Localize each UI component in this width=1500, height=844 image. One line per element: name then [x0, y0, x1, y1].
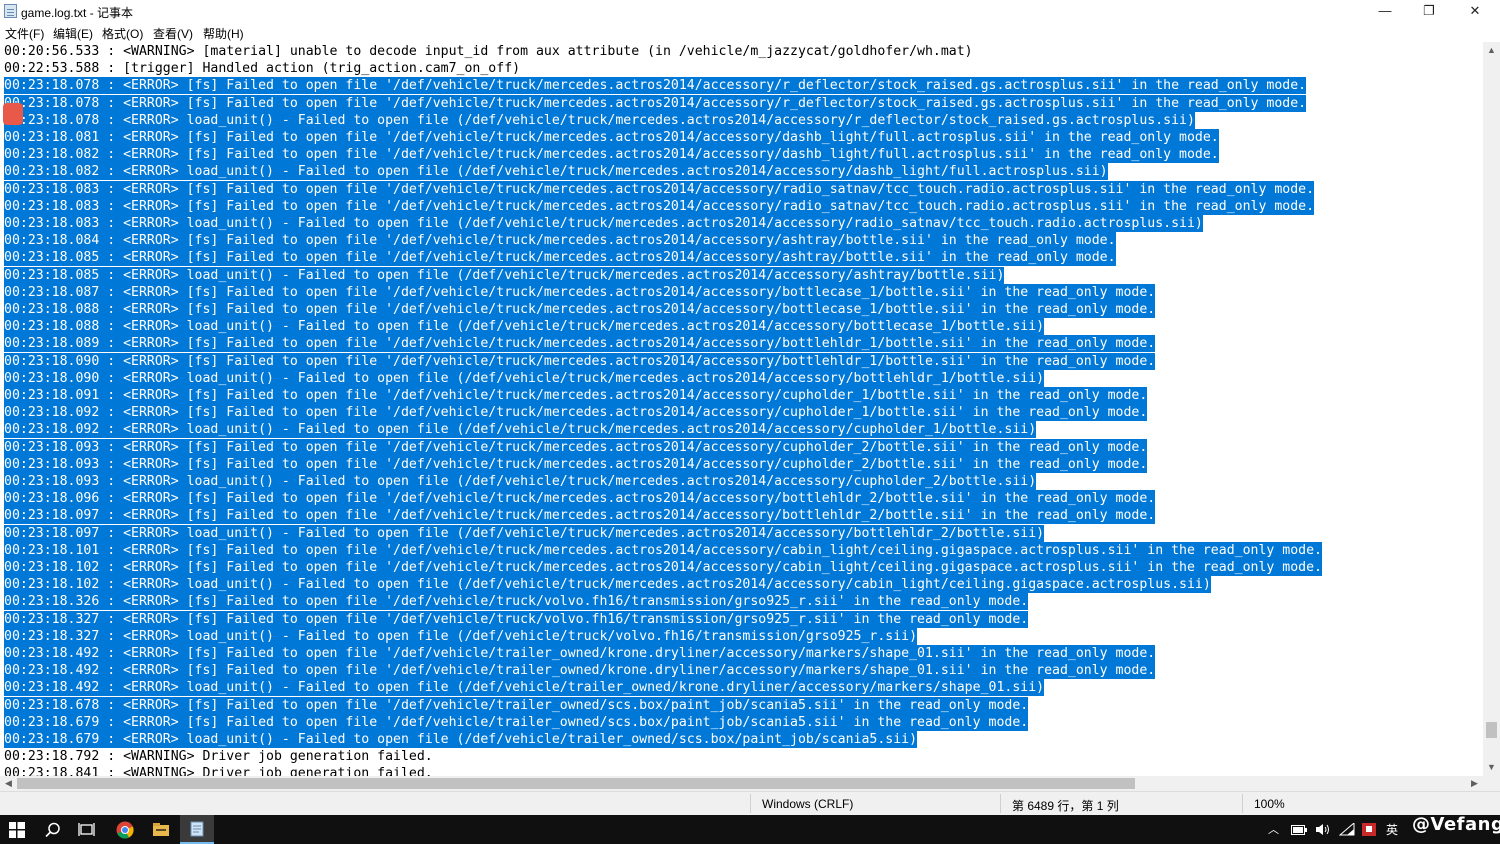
- battery-icon[interactable]: [1291, 824, 1307, 838]
- security-shield-icon[interactable]: [1362, 823, 1376, 839]
- menu-view[interactable]: 查看(V): [153, 25, 193, 42]
- scrollbar-corner: [1483, 776, 1500, 791]
- horizontal-scroll-thumb[interactable]: [17, 778, 1135, 789]
- log-line[interactable]: 00:23:18.078 : <ERROR> [fs] Failed to op…: [4, 94, 1307, 112]
- log-line[interactable]: 00:23:18.102 : <ERROR> load_unit() - Fai…: [4, 576, 1211, 594]
- log-line[interactable]: 00:23:18.087 : <ERROR> [fs] Failed to op…: [4, 283, 1156, 301]
- vertical-scroll-thumb[interactable]: [1486, 722, 1497, 738]
- scroll-right-arrow-icon[interactable]: ▶: [1466, 776, 1483, 791]
- log-line[interactable]: 00:23:18.082 : <ERROR> load_unit() - Fai…: [4, 163, 1108, 181]
- log-line[interactable]: 00:23:18.088 : <ERROR> load_unit() - Fai…: [4, 318, 1045, 336]
- log-line[interactable]: 00:23:18.092 : <ERROR> load_unit() - Fai…: [4, 421, 1037, 439]
- log-line[interactable]: 00:23:18.090 : <ERROR> [fs] Failed to op…: [4, 352, 1156, 370]
- log-line[interactable]: 00:23:18.090 : <ERROR> load_unit() - Fai…: [4, 369, 1045, 387]
- maximize-button[interactable]: ❐: [1406, 0, 1452, 23]
- watermark-text: @Vefang: [1412, 814, 1500, 835]
- log-line[interactable]: 00:23:18.327 : <ERROR> [fs] Failed to op…: [4, 610, 1029, 628]
- log-line[interactable]: 00:23:18.092 : <ERROR> [fs] Failed to op…: [4, 404, 1148, 422]
- log-line[interactable]: 00:22:53.588 : [trigger] Handled action …: [4, 60, 520, 77]
- menu-format[interactable]: 格式(O): [102, 25, 143, 42]
- network-icon[interactable]: [1338, 821, 1355, 839]
- log-line[interactable]: 00:23:18.679 : <ERROR> [fs] Failed to op…: [4, 713, 1029, 731]
- log-line[interactable]: 00:23:18.678 : <ERROR> [fs] Failed to op…: [4, 696, 1029, 714]
- status-divider: [750, 794, 751, 813]
- search-icon[interactable]: [36, 815, 70, 844]
- window-title: game.log.txt - 记事本: [21, 6, 134, 20]
- log-line[interactable]: 00:23:18.083 : <ERROR> load_unit() - Fai…: [4, 215, 1203, 232]
- title-bar[interactable]: game.log.txt - 记事本 — ❐ ✕: [0, 0, 1500, 23]
- close-button[interactable]: ✕: [1452, 0, 1498, 23]
- windows-start-icon[interactable]: [0, 815, 34, 844]
- log-line[interactable]: 00:23:18.081 : <ERROR> [fs] Failed to op…: [4, 129, 1219, 146]
- log-line[interactable]: 00:23:18.093 : <ERROR> [fs] Failed to op…: [4, 438, 1148, 456]
- status-divider: [1000, 794, 1001, 813]
- log-line[interactable]: 00:23:18.492 : <ERROR> [fs] Failed to op…: [4, 645, 1156, 662]
- status-zoom: 100%: [1254, 797, 1285, 811]
- scroll-down-arrow-icon[interactable]: ▼: [1483, 759, 1500, 776]
- vertical-scrollbar[interactable]: ▲ ▼: [1483, 42, 1500, 776]
- log-line[interactable]: 00:23:18.085 : <ERROR> [fs] Failed to op…: [4, 249, 1116, 267]
- task-view-icon[interactable]: [70, 815, 104, 844]
- horizontal-scrollbar[interactable]: ◀ ▶: [0, 776, 1483, 791]
- status-encoding: Windows (CRLF): [762, 797, 854, 811]
- chrome-browser-icon[interactable]: [108, 815, 142, 844]
- log-line[interactable]: 00:23:18.078 : <ERROR> load_unit() - Fai…: [4, 111, 1195, 129]
- log-line[interactable]: 00:23:18.093 : <ERROR> load_unit() - Fai…: [4, 473, 1037, 490]
- log-line[interactable]: 00:23:18.083 : <ERROR> [fs] Failed to op…: [4, 197, 1315, 215]
- log-line[interactable]: 00:23:18.085 : <ERROR> load_unit() - Fai…: [4, 266, 1005, 284]
- status-divider: [1242, 794, 1243, 813]
- log-line[interactable]: 00:23:18.492 : <ERROR> load_unit() - Fai…: [4, 679, 1045, 697]
- log-line[interactable]: 00:23:18.089 : <ERROR> [fs] Failed to op…: [4, 335, 1156, 353]
- log-line[interactable]: 00:23:18.841 : <WARNING> Driver job gene…: [4, 765, 433, 776]
- log-line[interactable]: 00:23:18.327 : <ERROR> load_unit() - Fai…: [4, 627, 918, 645]
- log-line[interactable]: 00:23:18.083 : <ERROR> [fs] Failed to op…: [4, 180, 1315, 198]
- scroll-up-arrow-icon[interactable]: ▲: [1483, 42, 1500, 59]
- log-line[interactable]: 00:23:18.082 : <ERROR> [fs] Failed to op…: [4, 146, 1219, 164]
- tray-overflow-chevron-icon[interactable]: ︿: [1268, 821, 1279, 837]
- minimize-button[interactable]: —: [1362, 0, 1408, 23]
- log-line[interactable]: 00:23:18.492 : <ERROR> [fs] Failed to op…: [4, 662, 1156, 680]
- notepad-app-icon: [4, 4, 17, 18]
- log-line[interactable]: 00:23:18.091 : <ERROR> [fs] Failed to op…: [4, 387, 1148, 404]
- volume-icon[interactable]: [1315, 823, 1331, 839]
- log-line[interactable]: 00:23:18.792 : <WARNING> Driver job gene…: [4, 748, 433, 765]
- file-explorer-icon[interactable]: [144, 815, 178, 844]
- status-bar: Windows (CRLF) 第 6489 行，第 1 列 100%: [0, 791, 1500, 815]
- menu-bar: 文件(F) 编辑(E) 格式(O) 查看(V) 帮助(H): [0, 23, 1500, 42]
- scroll-left-arrow-icon[interactable]: ◀: [0, 776, 17, 791]
- log-line[interactable]: 00:23:18.084 : <ERROR> [fs] Failed to op…: [4, 232, 1116, 250]
- status-cursor-position: 第 6489 行，第 1 列: [1012, 799, 1119, 813]
- notepad-taskbar-icon[interactable]: [180, 815, 214, 844]
- log-line[interactable]: 00:23:18.097 : <ERROR> load_unit() - Fai…: [4, 524, 1045, 542]
- log-line[interactable]: 00:23:18.326 : <ERROR> [fs] Failed to op…: [4, 593, 1029, 611]
- log-line[interactable]: 00:23:18.102 : <ERROR> [fs] Failed to op…: [4, 559, 1322, 576]
- windows-taskbar: ︿ 英: [0, 815, 1500, 844]
- log-line[interactable]: 00:23:18.088 : <ERROR> [fs] Failed to op…: [4, 301, 1156, 318]
- text-editor-area[interactable]: 00:20:56.533 : <WARNING> [material] unab…: [0, 42, 1483, 776]
- log-line[interactable]: 00:23:18.093 : <ERROR> [fs] Failed to op…: [4, 455, 1148, 473]
- menu-help[interactable]: 帮助(H): [203, 25, 244, 42]
- log-line[interactable]: 00:23:18.078 : <ERROR> [fs] Failed to op…: [4, 77, 1307, 95]
- log-line[interactable]: 00:23:18.097 : <ERROR> [fs] Failed to op…: [4, 507, 1156, 525]
- menu-file[interactable]: 文件(F): [5, 25, 44, 42]
- log-line[interactable]: 00:23:18.101 : <ERROR> [fs] Failed to op…: [4, 541, 1322, 559]
- log-line[interactable]: 00:20:56.533 : <WARNING> [material] unab…: [4, 43, 973, 60]
- input-language-indicator[interactable]: 英: [1386, 821, 1398, 838]
- log-line[interactable]: 00:23:18.096 : <ERROR> [fs] Failed to op…: [4, 490, 1156, 508]
- floating-app-badge-icon[interactable]: [3, 103, 23, 125]
- log-line[interactable]: 00:23:18.679 : <ERROR> load_unit() - Fai…: [4, 731, 918, 748]
- menu-edit[interactable]: 编辑(E): [53, 25, 93, 42]
